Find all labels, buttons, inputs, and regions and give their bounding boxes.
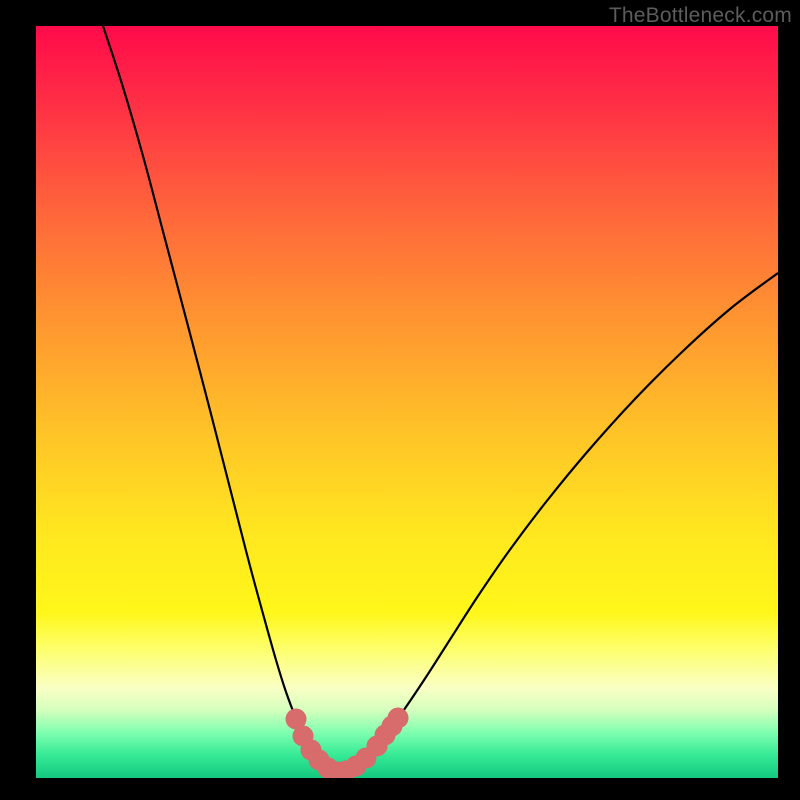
chart-frame: TheBottleneck.com — [0, 0, 800, 800]
data-marker — [388, 708, 408, 728]
curve-right — [334, 273, 778, 771]
marker-group — [286, 708, 408, 778]
plot-area — [36, 26, 778, 778]
chart-svg — [36, 26, 778, 778]
curve-left — [103, 26, 334, 771]
watermark-text: TheBottleneck.com — [609, 4, 792, 28]
